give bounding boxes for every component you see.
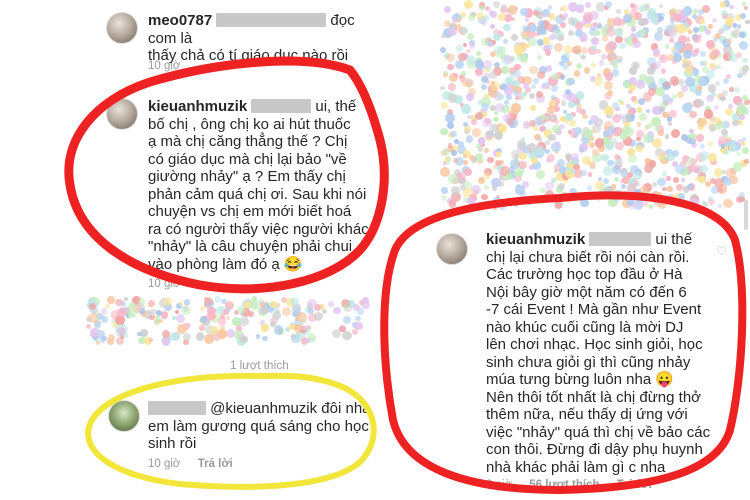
reply-button[interactable]: Trả lời — [617, 479, 652, 491]
like-count[interactable]: 1 lượt thích — [230, 360, 289, 372]
redacted-name — [589, 232, 652, 246]
comment-time: 10 giờ — [148, 278, 181, 290]
comment-line: "nhảy" là câu chuyện phải chui — [148, 238, 353, 255]
comment-line: sinh rồi — [148, 435, 197, 452]
comment-line: thêm nữa, nếu thấy dị ứng với — [486, 406, 688, 423]
redacted-name — [216, 13, 327, 27]
avatar[interactable] — [108, 400, 140, 432]
comment-meta: 10 giờ Trả lời — [148, 458, 247, 470]
redacted-name — [148, 401, 206, 415]
comment-line: ui, thế — [315, 98, 357, 115]
redacted-name — [251, 99, 312, 113]
right-screenshot: kieuanhmuzik ui thế chị lại chưa biết rồ… — [432, 0, 750, 500]
comment-line: nhà khác phải làm gì c nha — [486, 458, 666, 476]
heart-icon[interactable]: ♡ — [716, 245, 728, 257]
avatar[interactable] — [436, 233, 468, 265]
comment-username[interactable]: kieuanhmuzik — [148, 98, 247, 115]
comment-meta: 10 giờ — [148, 60, 194, 72]
divider — [372, 0, 432, 500]
comment-line: giường nhảy" ạ ? Em thấy chị — [148, 168, 346, 185]
comment-username[interactable]: meo0787 — [148, 12, 212, 29]
comment-line: phản cảm quá chị ơi. Sau khi nói — [148, 185, 367, 203]
comment-top: meo0787 đọc com là thấy chả có tí giáo d… — [0, 0, 372, 72]
comment-line: múa tưng bừng luôn nha 😛 — [486, 371, 675, 388]
comment-meta: 1 lượt thích — [230, 360, 303, 372]
comment-line: ui thế — [655, 231, 693, 248]
comment-line: ạ mà chị căng thẳng thế ? Chị — [148, 133, 348, 150]
mention-link[interactable]: @kieuanhmuzik — [210, 400, 317, 417]
comment-line: chị lại chưa biết rồi nói càn rồi. — [486, 248, 690, 266]
comment-line: nào khúc cuối cũng là mời DJ — [486, 318, 684, 336]
comment-line: ra có người thấy việc người khác — [148, 220, 369, 238]
comment-time: 9 giờ — [486, 479, 513, 491]
comment-line: lên chơi nhạc. Học sinh giỏi, học — [486, 336, 703, 353]
scrollbar[interactable] — [744, 200, 748, 230]
pixelated-area — [86, 296, 372, 346]
comment-line: vào phòng làm đó ạ 😂 — [148, 255, 303, 273]
pixelated-area — [440, 0, 750, 210]
comment-line: có giáo dục mà chị lại bảo "về — [148, 150, 347, 168]
comment-line: đôi nhà — [321, 400, 371, 417]
comment-line: Nội bây giờ một năm có đến 6 — [486, 283, 687, 301]
comment-username[interactable]: kieuanhmuzik — [486, 231, 585, 248]
like-count[interactable]: 56 lượt thích — [529, 479, 599, 491]
reply-button[interactable]: Trả lời — [198, 458, 233, 470]
comment-time: 10 giờ — [148, 60, 181, 72]
comment-line: -7 cái Event ! Mà gần như Event — [486, 301, 702, 318]
avatar[interactable] — [106, 98, 138, 130]
left-screenshot: meo0787 đọc com là thấy chả có tí giáo d… — [0, 0, 372, 500]
comment-line: Nên thôi tốt nhất là chị đừng thở — [486, 388, 702, 406]
comment-line: sinh chưa giỏi gì thì cũng nhảy — [486, 353, 691, 371]
comment-line: bố chị , ông chị ko ai hút thuốc — [148, 115, 351, 133]
comment-meta: 9 giờ 56 lượt thích Trả lời — [486, 479, 666, 491]
comment-line: em làm gương quá sáng cho học — [148, 417, 369, 435]
comment-line: Các trường học top đầu ở Hà — [486, 266, 683, 283]
comment-time: 10 giờ — [148, 458, 181, 470]
comment-line: chuyện vs chị em mới biết hoá — [148, 203, 352, 220]
avatar[interactable] — [106, 12, 138, 44]
comment-line: việc "nhảy" quá thì chị về bảo các — [486, 423, 711, 441]
comment-line: con thôi. Đừng đi dậy phụ huynh — [486, 441, 703, 458]
comment-meta: 10 giờ — [148, 278, 194, 290]
